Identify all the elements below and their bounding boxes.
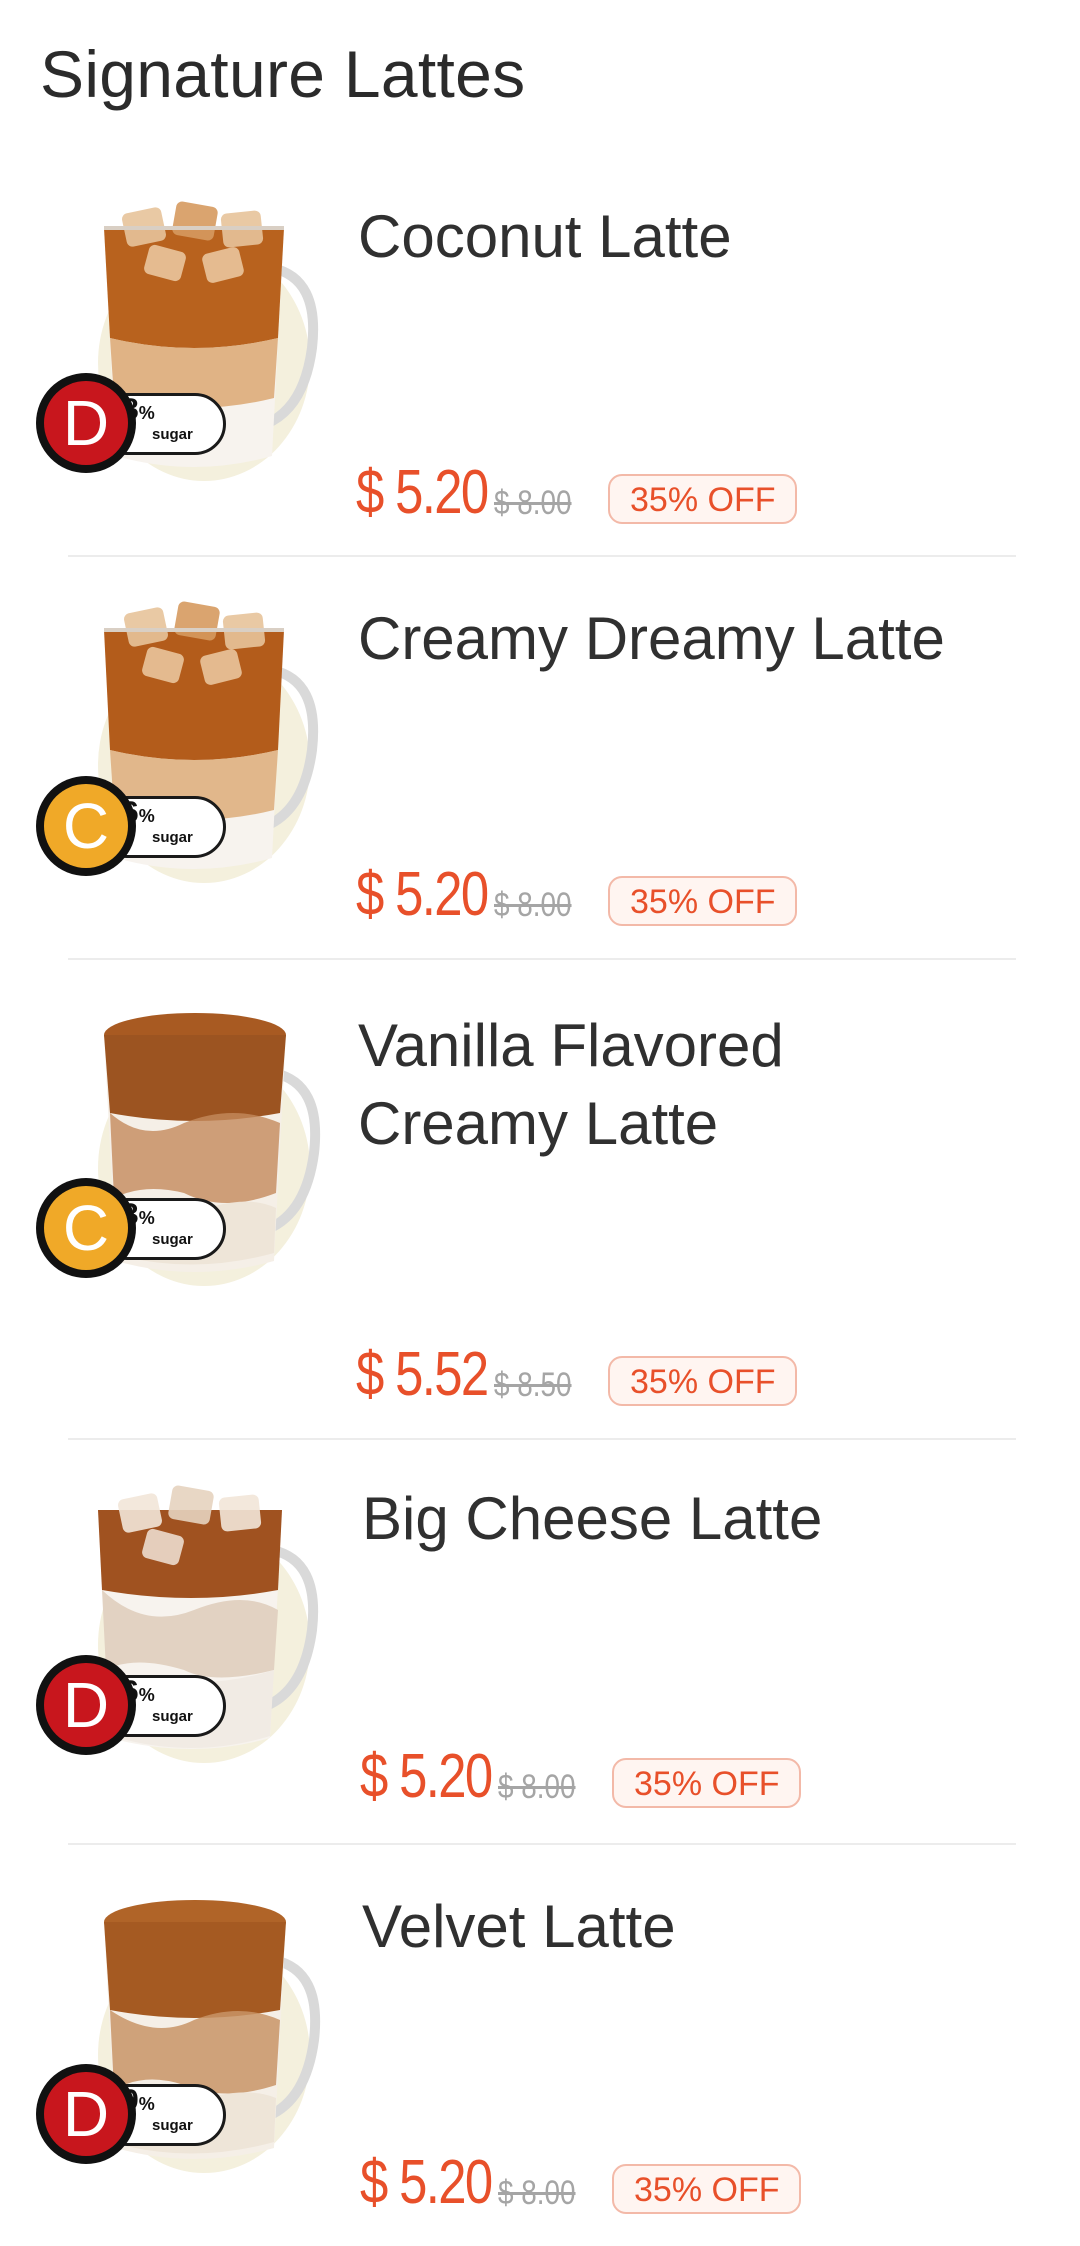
divider xyxy=(68,1843,1016,1845)
sugar-label: sugar xyxy=(152,829,193,846)
grade-letter: D xyxy=(44,1663,128,1747)
discount-badge: 35% OFF xyxy=(608,1356,798,1406)
price-row: $ 5.20 $ 8.00 35% OFF xyxy=(356,846,798,929)
product-name[interactable]: Coconut Latte xyxy=(358,198,1058,276)
sugar-label: sugar xyxy=(152,1708,193,1725)
sale-price: $ 5.52 xyxy=(356,1340,489,1409)
grade-icon: D xyxy=(36,373,136,473)
sugar-unit: % xyxy=(138,1208,155,1228)
sale-price: $ 5.20 xyxy=(356,860,489,929)
sugar-unit: % xyxy=(138,806,155,826)
sugar-grade-badge: 8% sugar D xyxy=(36,373,226,473)
grade-icon: D xyxy=(36,2064,136,2164)
grade-letter: C xyxy=(44,784,128,868)
grade-icon: D xyxy=(36,1655,136,1755)
grade-letter: D xyxy=(44,381,128,465)
sugar-label: sugar xyxy=(152,426,193,443)
sale-price: $ 5.20 xyxy=(360,2148,493,2217)
grade-icon: C xyxy=(36,1178,136,1278)
original-price: $ 8.00 xyxy=(498,2174,576,2212)
grade-letter: C xyxy=(44,1186,128,1270)
price-row: $ 5.20 $ 8.00 35% OFF xyxy=(356,444,798,527)
sugar-grade-badge: 3% sugar C xyxy=(36,1178,226,1278)
discount-badge: 35% OFF xyxy=(608,474,798,524)
product-name[interactable]: Vanilla Flavored Creamy Latte xyxy=(358,1007,918,1163)
discount-badge: 35% OFF xyxy=(608,876,798,926)
divider xyxy=(68,555,1016,557)
sale-price: $ 5.20 xyxy=(356,458,489,527)
sugar-grade-badge: 6% sugar D xyxy=(36,1655,226,1755)
divider xyxy=(68,958,1016,960)
sugar-label: sugar xyxy=(152,1231,193,1248)
grade-letter: D xyxy=(44,2072,128,2156)
sugar-grade-badge: 9% sugar D xyxy=(36,2064,226,2164)
product-name[interactable]: Big Cheese Latte xyxy=(362,1480,1062,1558)
discount-badge: 35% OFF xyxy=(612,2164,802,2214)
grade-icon: C xyxy=(36,776,136,876)
sugar-unit: % xyxy=(138,403,155,423)
sugar-unit: % xyxy=(138,2094,155,2114)
sale-price: $ 5.20 xyxy=(360,1742,493,1811)
product-name[interactable]: Creamy Dreamy Latte xyxy=(358,600,1058,678)
section-title: Signature Lattes xyxy=(40,37,526,111)
product-name[interactable]: Velvet Latte xyxy=(362,1888,1062,1966)
price-row: $ 5.20 $ 8.00 35% OFF xyxy=(360,1728,802,1811)
divider xyxy=(68,1438,1016,1440)
sugar-label: sugar xyxy=(152,2117,193,2134)
original-price: $ 8.00 xyxy=(494,484,572,522)
original-price: $ 8.00 xyxy=(498,1768,576,1806)
discount-badge: 35% OFF xyxy=(612,1758,802,1808)
sugar-grade-badge: 6% sugar C xyxy=(36,776,226,876)
price-row: $ 5.20 $ 8.00 35% OFF xyxy=(360,2134,802,2217)
sugar-unit: % xyxy=(138,1685,155,1705)
price-row: $ 5.52 $ 8.50 35% OFF xyxy=(356,1326,798,1409)
original-price: $ 8.50 xyxy=(494,1366,572,1404)
original-price: $ 8.00 xyxy=(494,886,572,924)
